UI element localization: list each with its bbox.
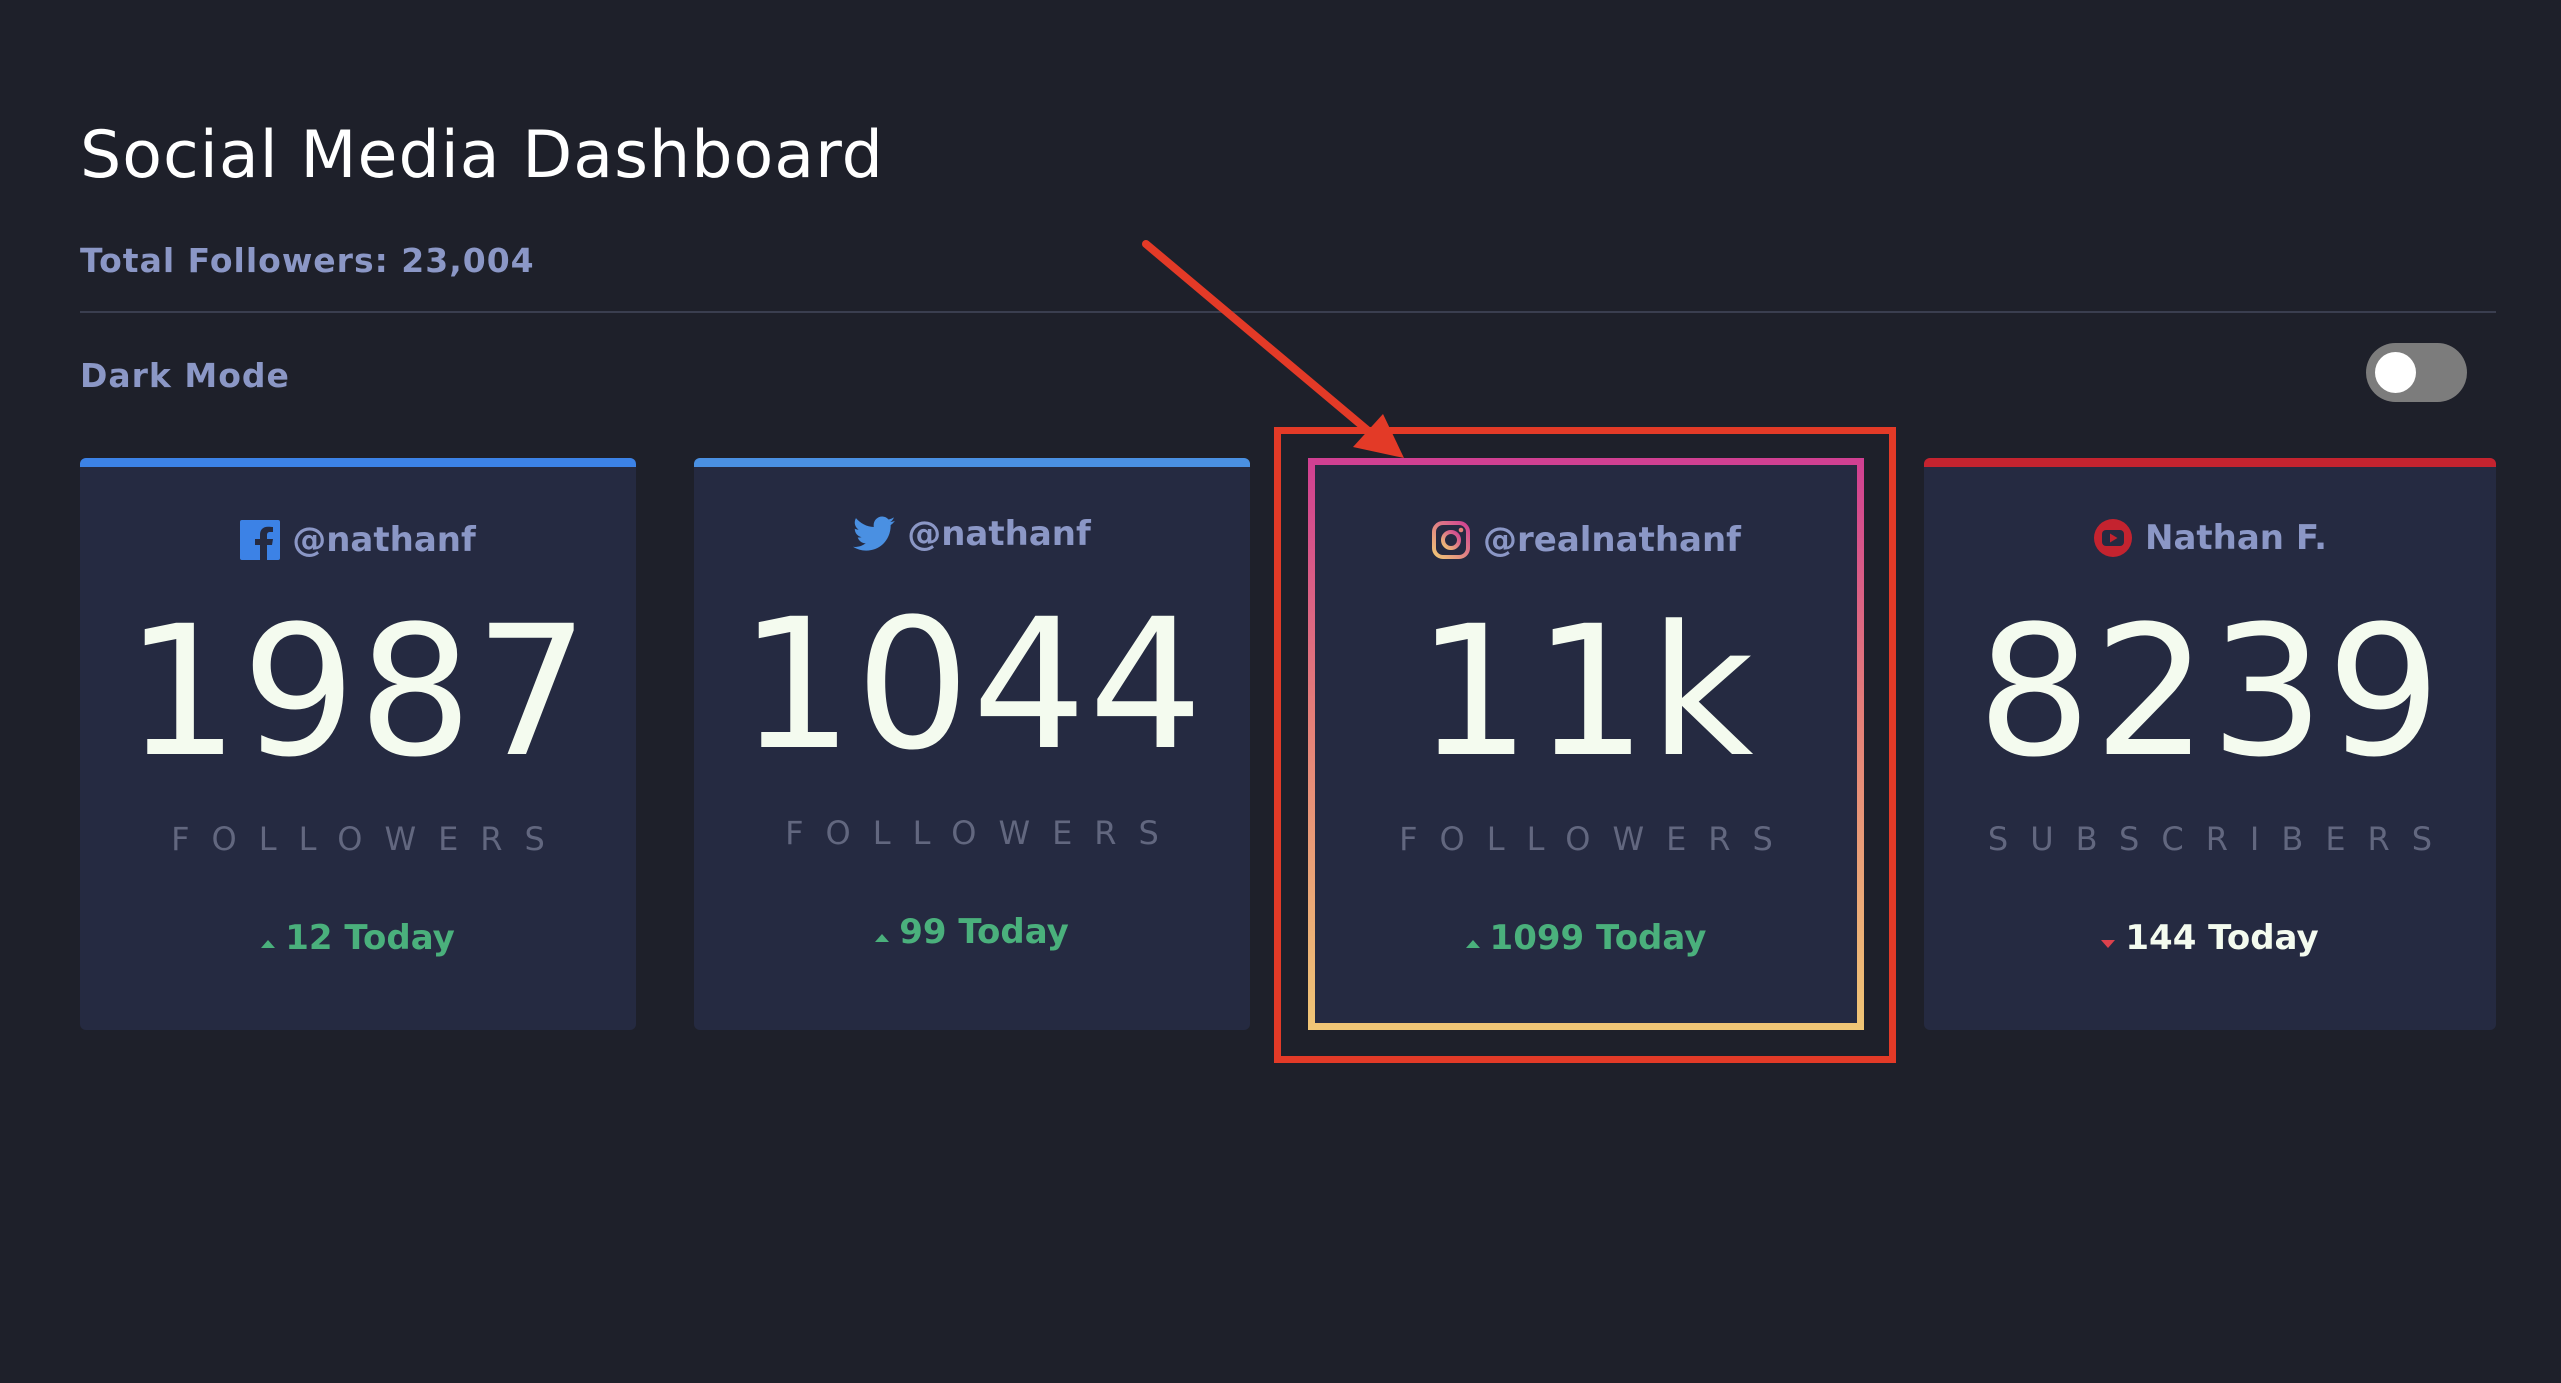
youtube-icon bbox=[2093, 518, 2133, 558]
card-accent-bar bbox=[80, 458, 636, 467]
twitter-icon bbox=[853, 516, 896, 552]
arrow-up-icon bbox=[875, 934, 890, 942]
card-today-value: 1099 Today bbox=[1489, 918, 1707, 958]
header-divider bbox=[80, 311, 2496, 313]
arrow-down-icon bbox=[2101, 940, 2116, 948]
arrow-up-icon bbox=[261, 940, 276, 948]
card-count: 8239 bbox=[1976, 588, 2444, 797]
card-today-value: 144 Today bbox=[2125, 918, 2319, 958]
card-today-value: 12 Today bbox=[285, 918, 455, 958]
facebook-icon bbox=[240, 520, 281, 560]
card-today: 12 Today bbox=[80, 918, 636, 958]
page-title: Social Media Dashboard bbox=[80, 118, 884, 193]
card-count: 1044 bbox=[738, 581, 1206, 790]
card-today: 1099 Today bbox=[1315, 918, 1857, 958]
card-accent-bar bbox=[1924, 458, 2496, 467]
card-unit: FOLLOWERS bbox=[171, 820, 567, 858]
card-today: 99 Today bbox=[694, 912, 1250, 952]
card-handle: @nathanf bbox=[907, 514, 1091, 554]
instagram-icon bbox=[1431, 520, 1471, 560]
card-today-value: 99 Today bbox=[899, 912, 1069, 952]
card-count: 11k bbox=[1416, 588, 1756, 797]
toggle-knob bbox=[2375, 352, 2416, 393]
card-instagram[interactable]: @realnathanf 11k FOLLOWERS 1099 Today bbox=[1308, 458, 1864, 1030]
card-facebook[interactable]: @nathanf 1987 FOLLOWERS 12 Today bbox=[80, 458, 636, 1030]
card-count: 1987 bbox=[124, 588, 592, 797]
card-handle-row: Nathan F. bbox=[1924, 518, 2496, 558]
card-unit: SUBSCRIBERS bbox=[1987, 820, 2455, 858]
card-accent-bar bbox=[694, 458, 1250, 467]
card-handle: @nathanf bbox=[292, 520, 476, 560]
total-followers: Total Followers: 23,004 bbox=[80, 241, 535, 280]
arrow-up-icon bbox=[1465, 940, 1480, 948]
card-handle-row: @nathanf bbox=[694, 514, 1250, 554]
card-handle-row: @realnathanf bbox=[1315, 520, 1857, 560]
card-today: 144 Today bbox=[1924, 918, 2496, 958]
card-twitter[interactable]: @nathanf 1044 FOLLOWERS 99 Today bbox=[694, 458, 1250, 1030]
card-handle: Nathan F. bbox=[2145, 518, 2327, 558]
card-youtube[interactable]: Nathan F. 8239 SUBSCRIBERS 144 Today bbox=[1924, 458, 2496, 1030]
dark-mode-label: Dark Mode bbox=[80, 356, 290, 395]
card-handle: @realnathanf bbox=[1483, 520, 1741, 560]
card-unit: FOLLOWERS bbox=[1399, 820, 1795, 858]
dark-mode-toggle[interactable] bbox=[2366, 343, 2467, 402]
card-handle-row: @nathanf bbox=[80, 520, 636, 560]
card-unit: FOLLOWERS bbox=[785, 814, 1181, 852]
